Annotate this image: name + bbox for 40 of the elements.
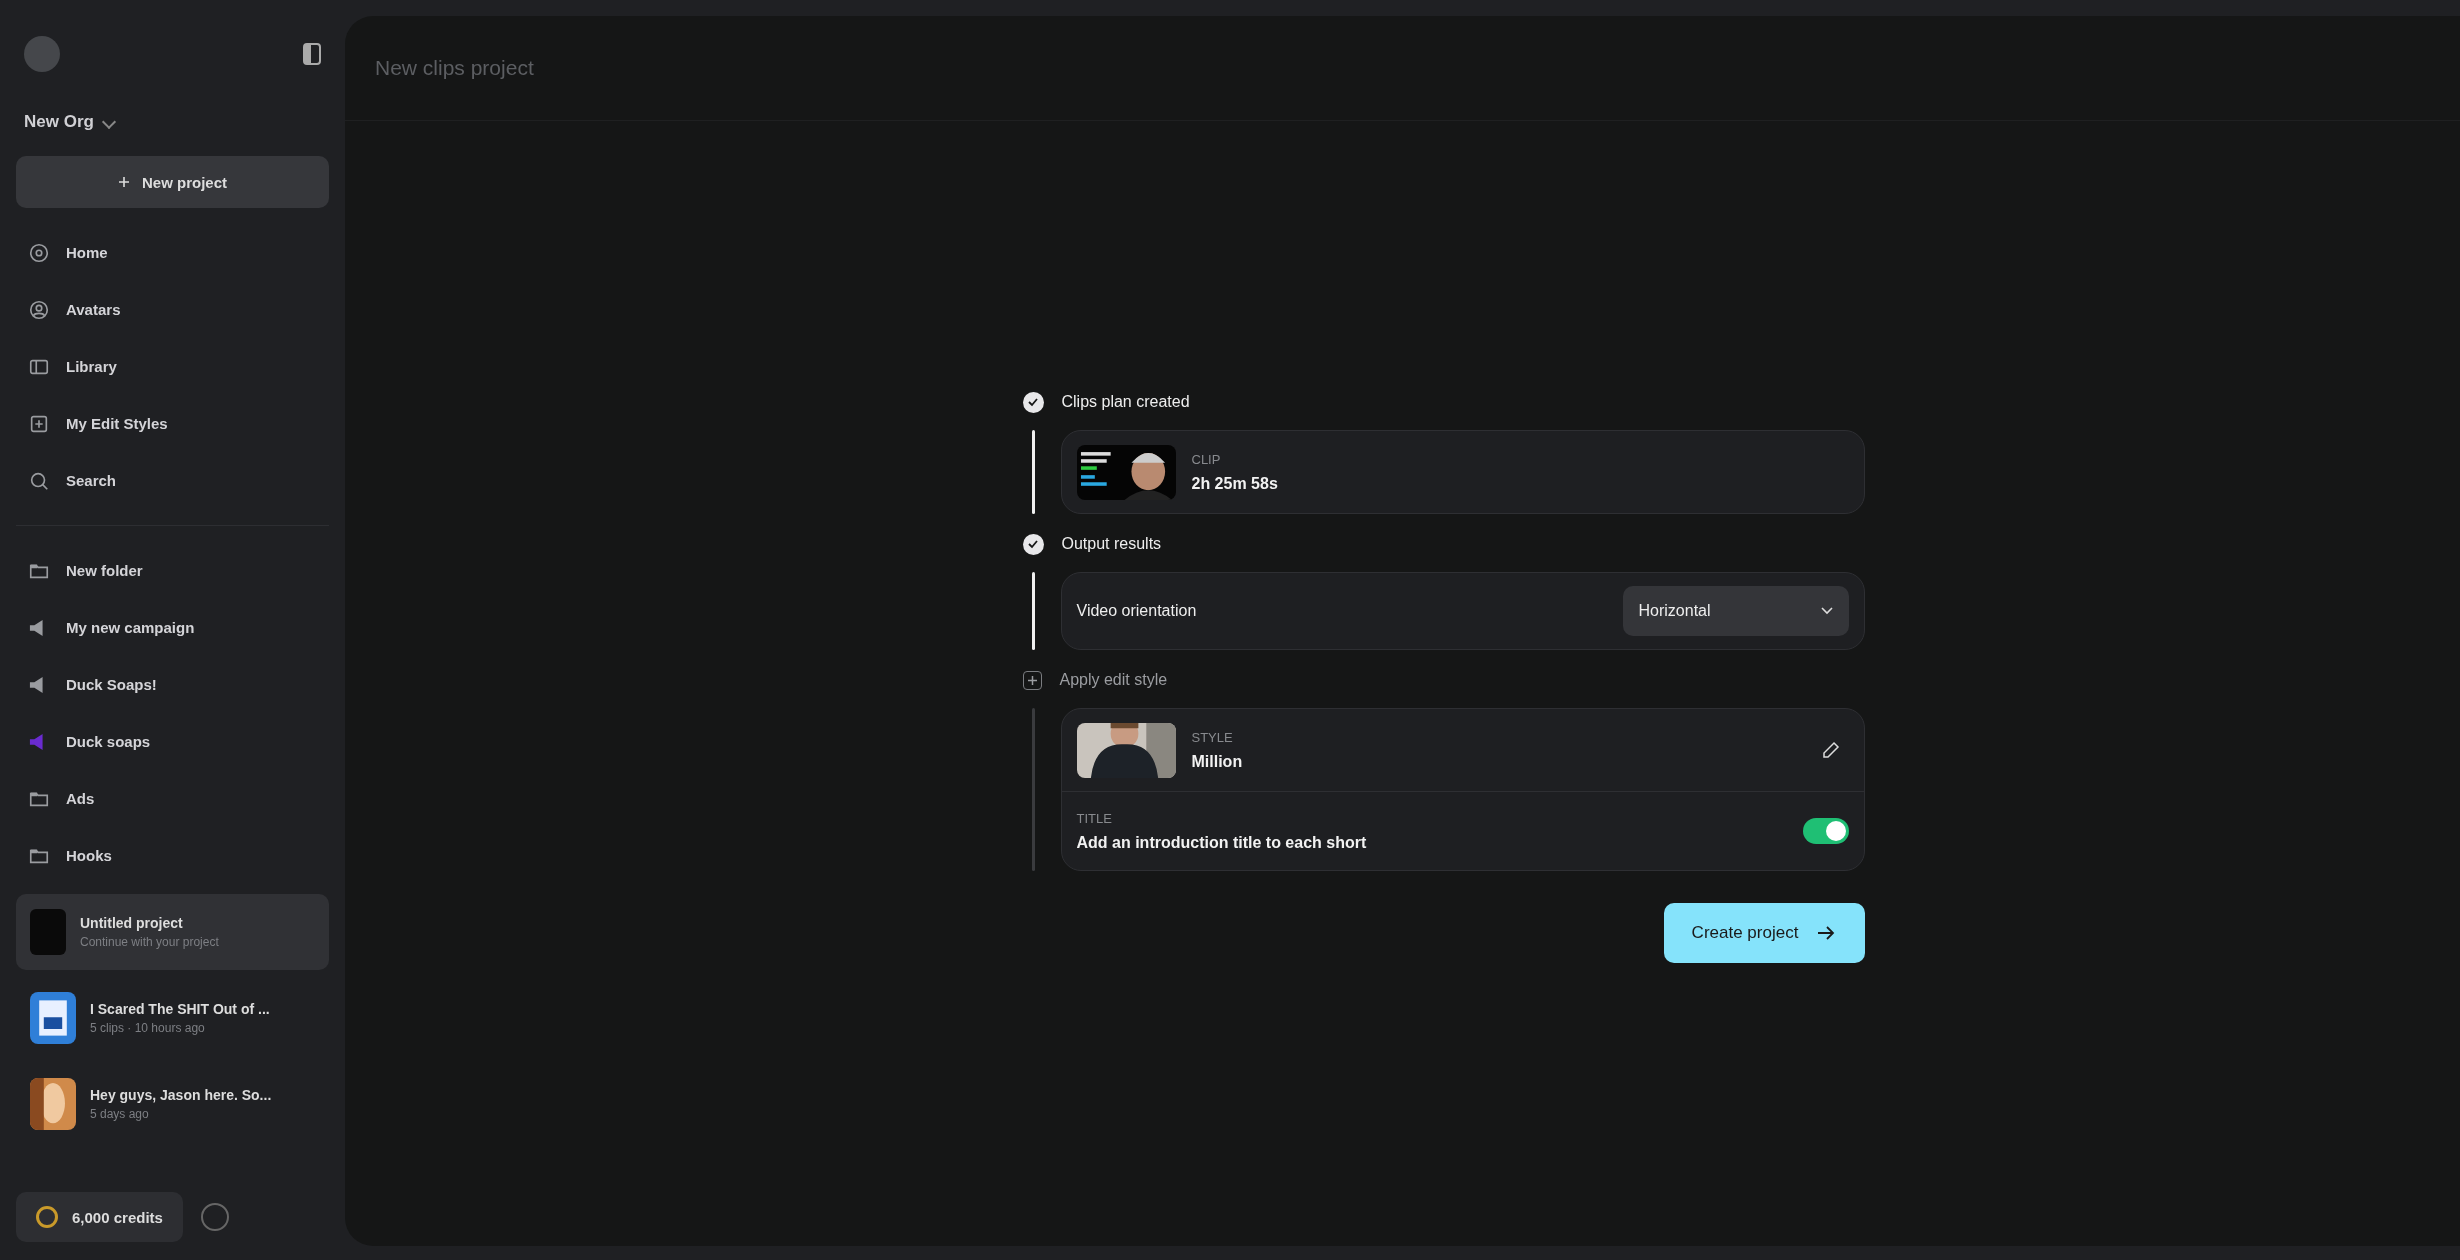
clip-duration: 2h 25m 58s [1191,474,1278,493]
page-title: New clips project [375,56,534,80]
avatar-icon [28,298,50,321]
help-icon[interactable] [200,1203,229,1231]
folder-item[interactable]: My new campaign [16,599,329,656]
nav-item[interactable]: Avatars [16,281,329,338]
folder-item[interactable]: Ads [16,770,329,827]
nav-item[interactable]: Home [16,224,329,281]
orientation-select[interactable]: Horizontal [1622,586,1849,636]
chevron-down-icon [1820,607,1833,615]
project-item[interactable]: Hey guys, Jason here. So... 5 days ago [16,1066,329,1142]
title-toggle[interactable] [1802,818,1849,844]
project-item[interactable]: Untitled project Continue with your project [16,894,329,970]
project-item[interactable]: I Scared The SHIT Out of ... 5 clips · 10 hours ago [16,980,329,1056]
org-name[interactable]: New Org [24,112,94,132]
nav-item[interactable]: Library [16,338,329,395]
folder-item[interactable]: New folder [16,542,329,599]
title-caption: TITLE [1076,810,1113,826]
create-project-button[interactable]: Create project [1663,903,1865,963]
sidebar-toggle-icon[interactable] [303,43,321,65]
style-caption: STYLE [1191,729,1234,745]
step-label: Clips plan created [1061,393,1190,411]
folder-item[interactable]: Hooks [16,827,329,884]
step-label: Apply edit style [1059,671,1168,689]
nav-item[interactable]: Search [16,452,329,509]
new-project-button[interactable]: New project [16,156,329,208]
title-text: Add an introduction title to each short [1076,833,1367,852]
plus-icon [118,176,130,188]
credits-button[interactable]: 6,000 credits [16,1192,183,1242]
step-label: Output results [1061,535,1162,553]
folder-item[interactable]: Duck soaps [16,713,329,770]
edit-icon[interactable] [1820,740,1841,760]
nav-item[interactable]: My Edit Styles [16,395,329,452]
draft-icon [30,909,66,955]
folder-item[interactable]: Duck Soaps! [16,656,329,713]
home-icon [28,241,50,264]
clip-caption: CLIP [1191,451,1222,467]
field-label: Video orientation [1076,602,1197,620]
arrow-right-icon [1816,925,1837,941]
style-name: Million [1191,752,1244,771]
